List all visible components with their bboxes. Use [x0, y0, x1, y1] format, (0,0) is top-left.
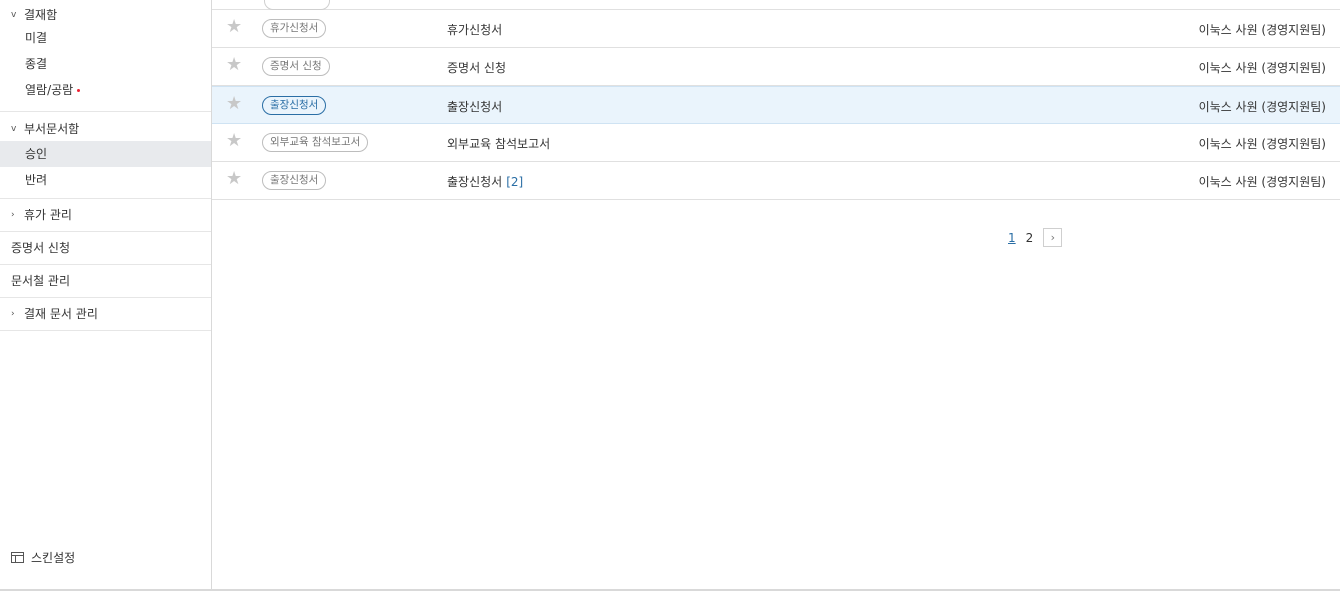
- document-writer: 이눅스 사원 (경영지원팀): [1198, 137, 1326, 151]
- chevron-down-icon: v: [11, 124, 17, 134]
- table-row[interactable]: ★ 외부교육 참석보고서 외부교육 참석보고서 이눅스 사원 (경영지원팀): [212, 124, 1340, 162]
- sidebar-item-label: 휴가 관리: [24, 208, 72, 222]
- document-tag: [264, 0, 330, 10]
- document-title-text: 증명서 신청: [447, 61, 507, 75]
- sidebar-item-approved[interactable]: 승인: [0, 141, 211, 167]
- chevron-right-icon: ›: [11, 309, 15, 319]
- sidebar-item-completed[interactable]: 종결: [0, 51, 211, 77]
- star-icon[interactable]: ★: [226, 95, 242, 113]
- list-top-edge: [212, 0, 1340, 10]
- table-row[interactable]: ★ 출장신청서 출장신청서 이눅스 사원 (경영지원팀): [212, 86, 1340, 124]
- sidebar-item-rejected[interactable]: 반려: [0, 167, 211, 193]
- sidebar: v 결재함 미결 종결 열람/공람 v 부서문서함 승인 반려 › 휴가 관리 …: [0, 0, 212, 589]
- document-writer: 이눅스 사원 (경영지원팀): [1198, 61, 1326, 75]
- dept-box-group: v 부서문서함 승인 반려: [0, 112, 211, 199]
- table-row[interactable]: ★ 출장신청서 출장신청서 [2] 이눅스 사원 (경영지원팀): [212, 162, 1340, 200]
- sidebar-item-certificate[interactable]: 증명서 신청: [0, 232, 211, 265]
- chevron-right-icon: ›: [1050, 231, 1055, 244]
- document-type-tag: 증명서 신청: [262, 57, 330, 76]
- sidebar-item-label: 열람/공람: [25, 83, 74, 97]
- sidebar-item-vacation[interactable]: › 휴가 관리: [0, 199, 211, 232]
- document-type-tag: 출장신청서: [262, 171, 327, 190]
- document-title-text: 휴가신청서: [447, 23, 503, 37]
- page-link-2[interactable]: 2: [1026, 231, 1034, 245]
- sidebar-item-binder[interactable]: 문서철 관리: [0, 265, 211, 298]
- sidebar-item-label: 미결: [25, 31, 48, 45]
- new-indicator-dot: [77, 89, 81, 92]
- next-page-button[interactable]: ›: [1043, 228, 1063, 247]
- document-title[interactable]: 증명서 신청: [447, 59, 506, 76]
- sidebar-item-label: 종결: [25, 57, 48, 71]
- sidebar-item-circulation[interactable]: 열람/공람: [0, 77, 211, 103]
- approval-box-label: 결재함: [24, 8, 58, 22]
- document-type-tag: 출장신청서: [262, 96, 327, 115]
- star-icon[interactable]: ★: [226, 170, 242, 188]
- sidebar-item-label: 결재 문서 관리: [24, 307, 98, 321]
- comment-count: [2]: [506, 175, 524, 189]
- sidebar-item-label: 승인: [25, 147, 48, 161]
- document-type-tag: 외부교육 참석보고서: [262, 133, 369, 152]
- document-title-text: 외부교육 참석보고서: [447, 137, 551, 151]
- document-title[interactable]: 출장신청서: [447, 98, 502, 115]
- sidebar-item-label: 증명서 신청: [11, 241, 71, 255]
- skin-settings-label: 스킨설정: [31, 551, 76, 565]
- star-icon[interactable]: ★: [226, 56, 242, 74]
- document-title-text: 출장신청서: [447, 175, 503, 189]
- sidebar-item-label: 반려: [25, 173, 48, 187]
- table-row[interactable]: ★ 휴가신청서 휴가신청서 이눅스 사원 (경영지원팀): [212, 10, 1340, 48]
- sidebar-item-doc-manage[interactable]: › 결재 문서 관리: [0, 298, 211, 331]
- star-icon[interactable]: ★: [226, 18, 242, 36]
- document-title[interactable]: 외부교육 참석보고서: [447, 135, 550, 152]
- star-icon[interactable]: ★: [226, 132, 242, 150]
- document-writer: 이눅스 사원 (경영지원팀): [1198, 175, 1326, 189]
- document-writer: 이눅스 사원 (경영지원팀): [1198, 100, 1326, 114]
- sidebar-item-pending[interactable]: 미결: [0, 25, 211, 51]
- document-title-text: 출장신청서: [447, 100, 503, 114]
- dept-box-label: 부서문서함: [24, 122, 80, 136]
- table-row[interactable]: ★ 증명서 신청 증명서 신청 이눅스 사원 (경영지원팀): [212, 48, 1340, 86]
- document-title[interactable]: 휴가신청서: [447, 21, 502, 38]
- skin-settings-button[interactable]: 스킨설정: [11, 549, 75, 566]
- chevron-down-icon: v: [11, 10, 17, 20]
- document-type-tag: 휴가신청서: [262, 19, 327, 38]
- approval-box-group: v 결재함 미결 종결 열람/공람: [0, 5, 211, 112]
- chevron-right-icon: ›: [11, 210, 15, 220]
- document-list-panel: ★ 휴가신청서 휴가신청서 이눅스 사원 (경영지원팀) ★ 증명서 신청 증명…: [212, 0, 1340, 589]
- approval-box-header[interactable]: v 결재함: [0, 5, 211, 25]
- sidebar-item-label: 문서철 관리: [11, 274, 71, 288]
- document-writer: 이눅스 사원 (경영지원팀): [1198, 23, 1326, 37]
- layout-icon: [11, 552, 24, 563]
- pagination: 1 2 ›: [1008, 228, 1063, 247]
- dept-box-header[interactable]: v 부서문서함: [0, 117, 211, 141]
- document-title[interactable]: 출장신청서 [2]: [447, 173, 523, 190]
- page-link-1[interactable]: 1: [1008, 231, 1016, 245]
